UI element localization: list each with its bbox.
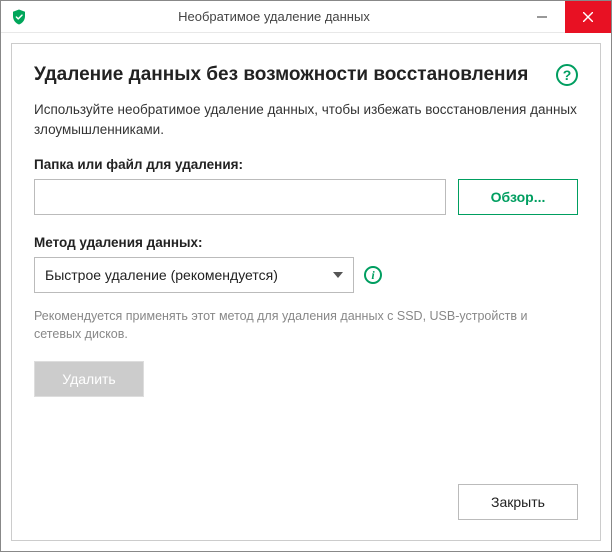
path-label: Папка или файл для удаления: [34, 157, 578, 172]
browse-button[interactable]: Обзор... [458, 179, 578, 215]
method-label: Метод удаления данных: [34, 235, 578, 250]
app-window: Необратимое удаление данных Удаление дан… [0, 0, 612, 552]
titlebar: Необратимое удаление данных [1, 1, 611, 33]
method-select-value: Быстрое удаление (рекомендуется) [45, 267, 278, 283]
method-select[interactable]: Быстрое удаление (рекомендуется) [34, 257, 354, 293]
minimize-button[interactable] [519, 1, 565, 33]
method-hint: Рекомендуется применять этот метод для у… [34, 307, 578, 343]
heading-row: Удаление данных без возможности восстано… [34, 64, 578, 86]
help-icon[interactable]: ? [556, 64, 578, 86]
intro-text: Используйте необратимое удаление данных,… [34, 100, 578, 139]
main-panel: Удаление данных без возможности восстано… [11, 43, 601, 541]
path-row: Обзор... [34, 179, 578, 215]
content-wrap: Удаление данных без возможности восстано… [1, 33, 611, 551]
window-title: Необратимое удаление данных [29, 9, 519, 24]
app-shield-icon [9, 7, 29, 27]
window-controls [519, 1, 611, 32]
chevron-down-icon [333, 272, 343, 278]
page-heading: Удаление данных без возможности восстано… [34, 64, 528, 86]
close-window-button[interactable] [565, 1, 611, 33]
delete-button[interactable]: Удалить [34, 361, 144, 397]
method-row: Быстрое удаление (рекомендуется) i [34, 257, 578, 293]
info-icon[interactable]: i [364, 266, 382, 284]
path-input[interactable] [34, 179, 446, 215]
footer: Закрыть [34, 474, 578, 520]
close-button[interactable]: Закрыть [458, 484, 578, 520]
